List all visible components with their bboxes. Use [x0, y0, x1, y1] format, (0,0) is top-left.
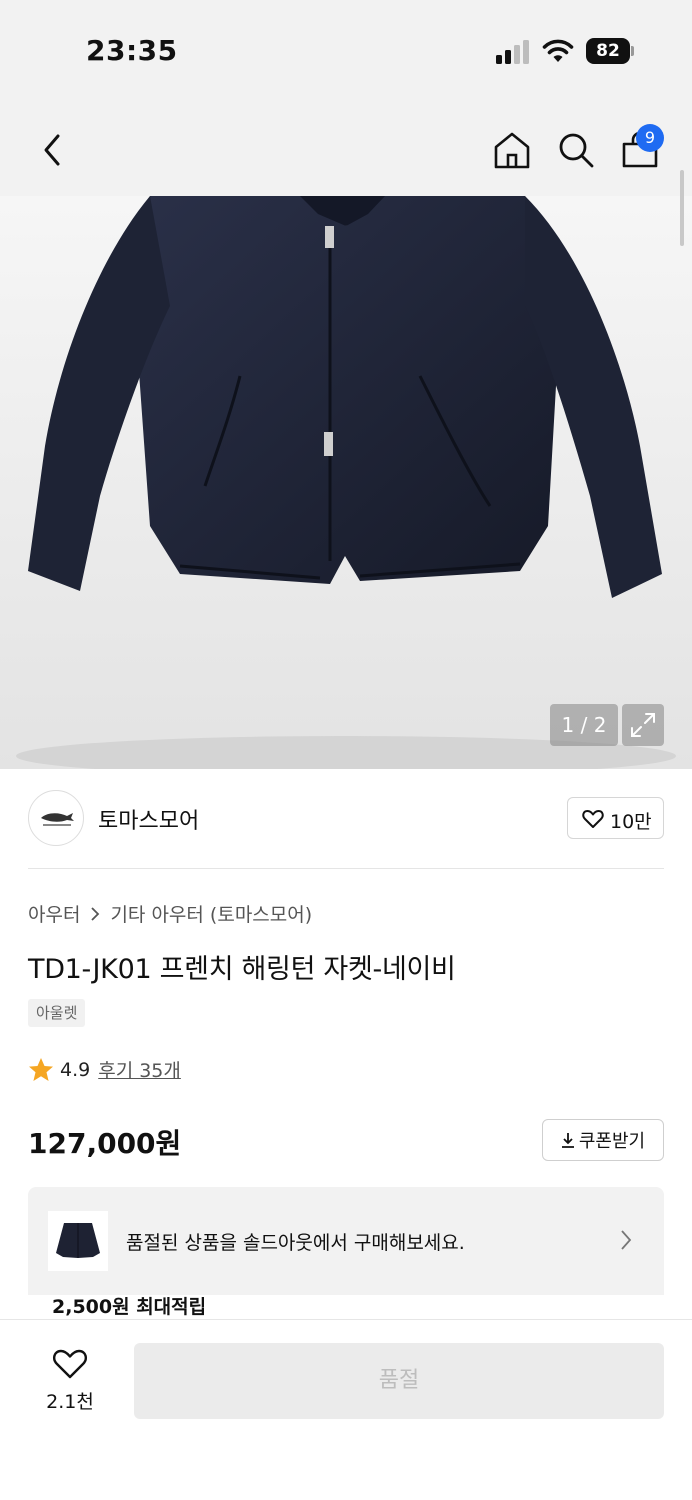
- breadcrumb-subcategory[interactable]: 기타 아우터 (토마스모어): [110, 900, 312, 927]
- expand-icon: [631, 713, 655, 737]
- rating-row: 4.9 후기 35개: [28, 1056, 181, 1083]
- status-time: 23:35: [86, 34, 178, 67]
- back-arrow-icon[interactable]: [34, 130, 74, 170]
- product-jacket-image: [16, 196, 676, 769]
- star-icon: [29, 1058, 53, 1081]
- scroll-indicator: [680, 170, 684, 246]
- rating-score: 4.9: [60, 1058, 91, 1081]
- coupon-label: 쿠폰받기: [578, 1131, 646, 1152]
- battery-icon: 82: [586, 38, 634, 64]
- breadcrumb-category[interactable]: 아우터: [28, 900, 80, 927]
- cellular-signal-icon: [496, 40, 529, 64]
- home-icon[interactable]: [492, 130, 532, 170]
- breadcrumb: 아우터 기타 아우터 (토마스모어): [28, 900, 312, 927]
- chevron-right-icon: [621, 1230, 632, 1250]
- outlet-tag: 아울렛: [28, 999, 86, 1027]
- fullscreen-button[interactable]: [622, 704, 664, 746]
- banner-text: 품절된 상품을 솔드아웃에서 구매해보세요.: [126, 1232, 465, 1254]
- bottom-action-bar: 2.1천 품절: [0, 1319, 692, 1500]
- search-icon[interactable]: [556, 130, 596, 170]
- soldout-banner[interactable]: 품절된 상품을 솔드아웃에서 구매해보세요.: [28, 1187, 664, 1295]
- brand-logo[interactable]: [28, 790, 84, 846]
- banner-thumbnail: [48, 1211, 108, 1271]
- heart-icon: [582, 810, 604, 828]
- top-nav: [0, 100, 692, 196]
- brand-like-button[interactable]: 10만: [567, 797, 664, 839]
- status-bar: 23:35 82: [0, 0, 692, 100]
- download-icon: [561, 1133, 574, 1148]
- product-price: 127,000원: [28, 1127, 182, 1160]
- brand-name[interactable]: 토마스모어: [98, 803, 199, 835]
- review-count-link[interactable]: 후기 35개: [98, 1056, 181, 1083]
- max-points-text: 2,500원 최대적립: [52, 1296, 207, 1316]
- soldout-button[interactable]: 품절: [134, 1343, 664, 1419]
- coupon-download-button[interactable]: 쿠폰받기: [542, 1119, 664, 1161]
- brand-like-count: 10만: [610, 811, 652, 833]
- chevron-right-icon: [91, 906, 100, 921]
- product-title: TD1-JK01 프렌치 해링턴 자켓-네이비: [28, 954, 456, 985]
- divider: [28, 868, 664, 869]
- wishlist-heart-icon[interactable]: [52, 1348, 88, 1380]
- product-image-gallery[interactable]: 1 / 2: [0, 196, 692, 769]
- battery-level: 82: [586, 38, 630, 64]
- wishlist-count: 2.1천: [46, 1391, 94, 1413]
- whale-logo-icon: [41, 813, 74, 826]
- wifi-icon: [542, 39, 574, 62]
- cart-count-badge: 9: [636, 124, 664, 152]
- image-counter: 1 / 2: [550, 704, 618, 746]
